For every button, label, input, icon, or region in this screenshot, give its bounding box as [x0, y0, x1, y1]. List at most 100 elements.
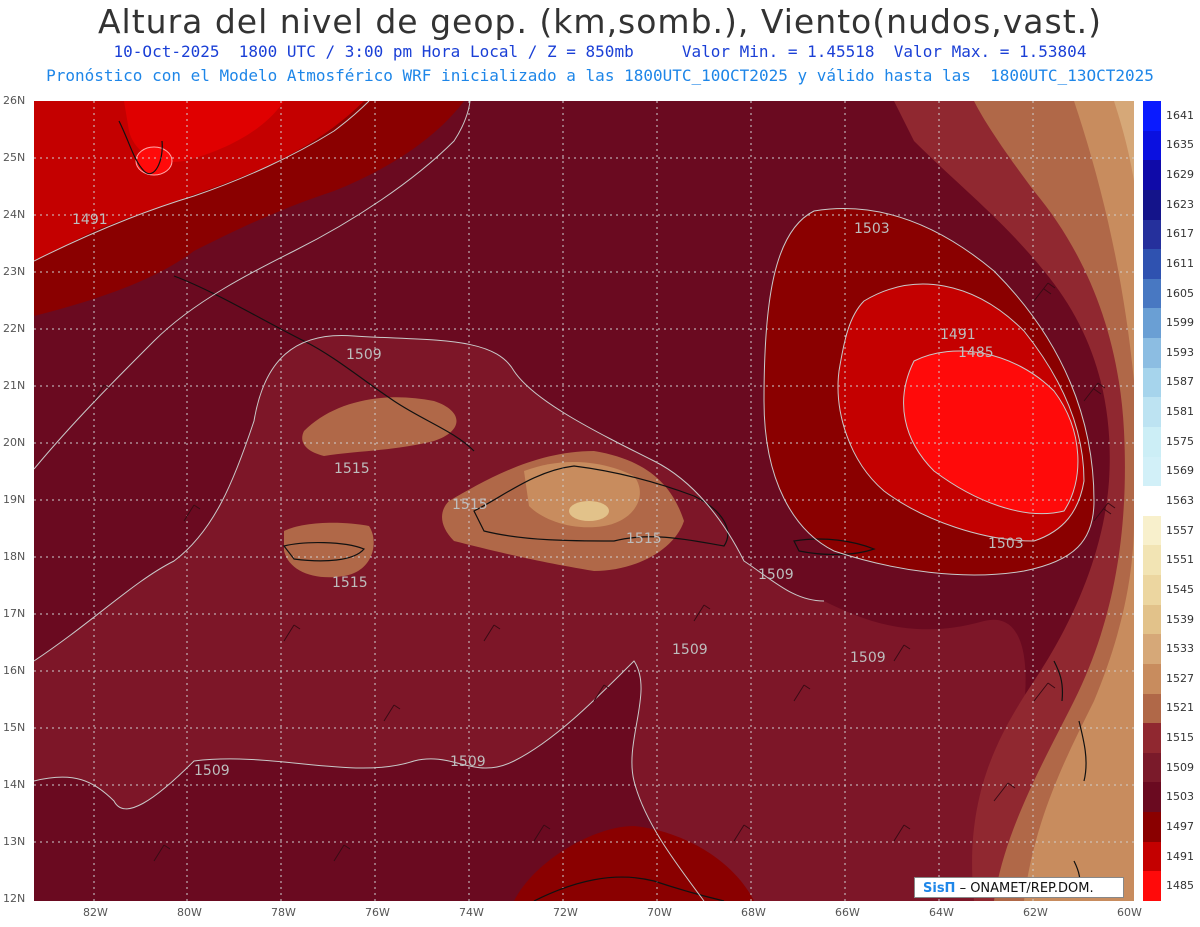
nw-low-center [135, 146, 173, 176]
colorbar-label: 1563 [1166, 494, 1194, 507]
longitude-label: 72W [553, 906, 578, 919]
colorbar-label: 1557 [1166, 523, 1194, 537]
colorbar-label: 1575 [1166, 434, 1194, 448]
longitude-label: 62W [1023, 906, 1048, 919]
colorbar-label: 1509 [1166, 760, 1194, 774]
colorbar-label: 1539 [1166, 612, 1194, 626]
colorbar-label: 1491 [1166, 849, 1194, 863]
colorbar-label: 1515 [1166, 731, 1194, 745]
brand-logo-text: SisΠ [923, 881, 956, 896]
colorbar-label: 1533 [1166, 642, 1194, 656]
colorbar-swatch [1143, 663, 1161, 695]
contour-label: 1491 [72, 212, 108, 228]
colorbar-label: 1617 [1166, 227, 1194, 241]
contour-label: 1515 [626, 531, 662, 547]
colorbar-swatch [1143, 308, 1161, 339]
contour-label: 1485 [958, 345, 994, 361]
latitude-label: 16N [3, 664, 26, 677]
contour-label: 1515 [334, 461, 370, 477]
colorbar-label: 1569 [1166, 464, 1194, 478]
latitude-label: 13N [3, 835, 26, 848]
latitude-label: 21N [3, 379, 26, 392]
longitude-label: 82W [83, 906, 108, 919]
latitude-label: 15N [3, 721, 26, 734]
latitude-label: 26N [3, 94, 26, 107]
chart-title: Altura del nivel de geop. (km,somb.), Vi… [97, 2, 1103, 41]
colorbar-label: 1551 [1166, 553, 1194, 567]
colorbar-label: 1641 [1166, 108, 1194, 122]
latitude-label: 24N [3, 208, 26, 221]
colorbar-swatch [1143, 249, 1161, 280]
latitude-label: 17N [3, 607, 26, 620]
contour-label: 1509 [346, 347, 382, 363]
colorbar-label: 1503 [1166, 790, 1194, 804]
latitude-label: 20N [3, 436, 26, 449]
colorbar-label: 1593 [1166, 345, 1194, 359]
latitude-label: 18N [3, 550, 26, 563]
colorbar-label: 1521 [1166, 701, 1194, 715]
colorbar-swatch [1143, 367, 1161, 398]
colorbar-swatch [1143, 426, 1161, 458]
map-svg: 1491 1503 1491 1485 1509 1515 1515 1515 … [34, 101, 1134, 901]
longitude-label: 60W [1117, 906, 1142, 919]
hispaniola-peak [569, 501, 609, 521]
credit-text: – ONAMET/REP.DOM. [955, 881, 1094, 896]
colorbar-label: 1497 [1166, 819, 1194, 833]
colorbar-swatch [1143, 871, 1161, 902]
colorbar-label: 1629 [1166, 168, 1194, 182]
longitude-label: 64W [929, 906, 954, 919]
colorbar-swatch [1143, 278, 1161, 309]
colorbar-label: 1485 [1166, 879, 1194, 893]
longitude-label: 68W [741, 906, 766, 919]
colorbar-swatch [1143, 101, 1161, 132]
colorbar-swatch [1143, 752, 1161, 783]
colorbar-swatch [1143, 723, 1161, 754]
contour-label: 1509 [672, 642, 708, 658]
colorbar-swatch [1143, 160, 1161, 191]
latitude-label: 12N [3, 892, 26, 905]
colorbar-label: 1611 [1166, 256, 1194, 270]
colorbar-label: 1635 [1166, 138, 1194, 152]
colorbar-swatch [1143, 130, 1161, 161]
contour-label: 1509 [194, 763, 230, 779]
geopotential-map: 1491 1503 1491 1485 1509 1515 1515 1515 … [34, 101, 1134, 901]
contour-label: 1515 [452, 497, 488, 513]
colorbar-label: 1581 [1166, 405, 1194, 419]
colorbar-label: 1527 [1166, 671, 1194, 685]
colorbar-swatch [1143, 604, 1161, 635]
colorbar-swatch [1143, 812, 1161, 843]
latitude-label: 19N [3, 493, 26, 506]
colorbar-label: 1587 [1166, 375, 1194, 389]
contour-label: 1509 [850, 650, 886, 666]
colorbar-label: 1545 [1166, 582, 1194, 596]
contour-label: 1509 [758, 567, 794, 583]
longitude-label: 78W [271, 906, 296, 919]
longitude-label: 80W [177, 906, 202, 919]
longitude-label: 76W [365, 906, 390, 919]
colorbar-swatch [1143, 515, 1161, 546]
latitude-label: 23N [3, 265, 26, 278]
colorbar-swatch [1143, 575, 1161, 606]
credit-box: SisΠ – ONAMET/REP.DOM. [914, 877, 1124, 898]
latitude-label: 25N [3, 151, 26, 164]
colorbar-swatch [1143, 545, 1161, 576]
colorbar-swatch [1143, 486, 1161, 517]
contour-label: 1503 [988, 536, 1024, 552]
colorbar-swatch [1143, 782, 1161, 813]
contour-label: 1509 [450, 754, 486, 770]
colorbar-swatch [1143, 189, 1161, 220]
run-info-line: 10-Oct-2025 1800 UTC / 3:00 pm Hora Loca… [113, 42, 1087, 61]
contour-label: 1515 [332, 575, 368, 591]
longitude-label: 66W [835, 906, 860, 919]
colorbar-swatch [1143, 338, 1161, 369]
contour-label: 1503 [854, 221, 890, 237]
contour-label: 1491 [940, 327, 976, 343]
latitude-label: 22N [3, 322, 26, 335]
forecast-info-line: Pronóstico con el Modelo Atmosférico WRF… [46, 66, 1154, 85]
colorbar-swatch [1143, 397, 1161, 428]
jamaica-high [284, 522, 374, 578]
colorbar-swatch [1143, 219, 1161, 250]
colorbar-swatch [1143, 841, 1161, 872]
colorbar-label: 1599 [1166, 316, 1194, 330]
longitude-label: 70W [647, 906, 672, 919]
